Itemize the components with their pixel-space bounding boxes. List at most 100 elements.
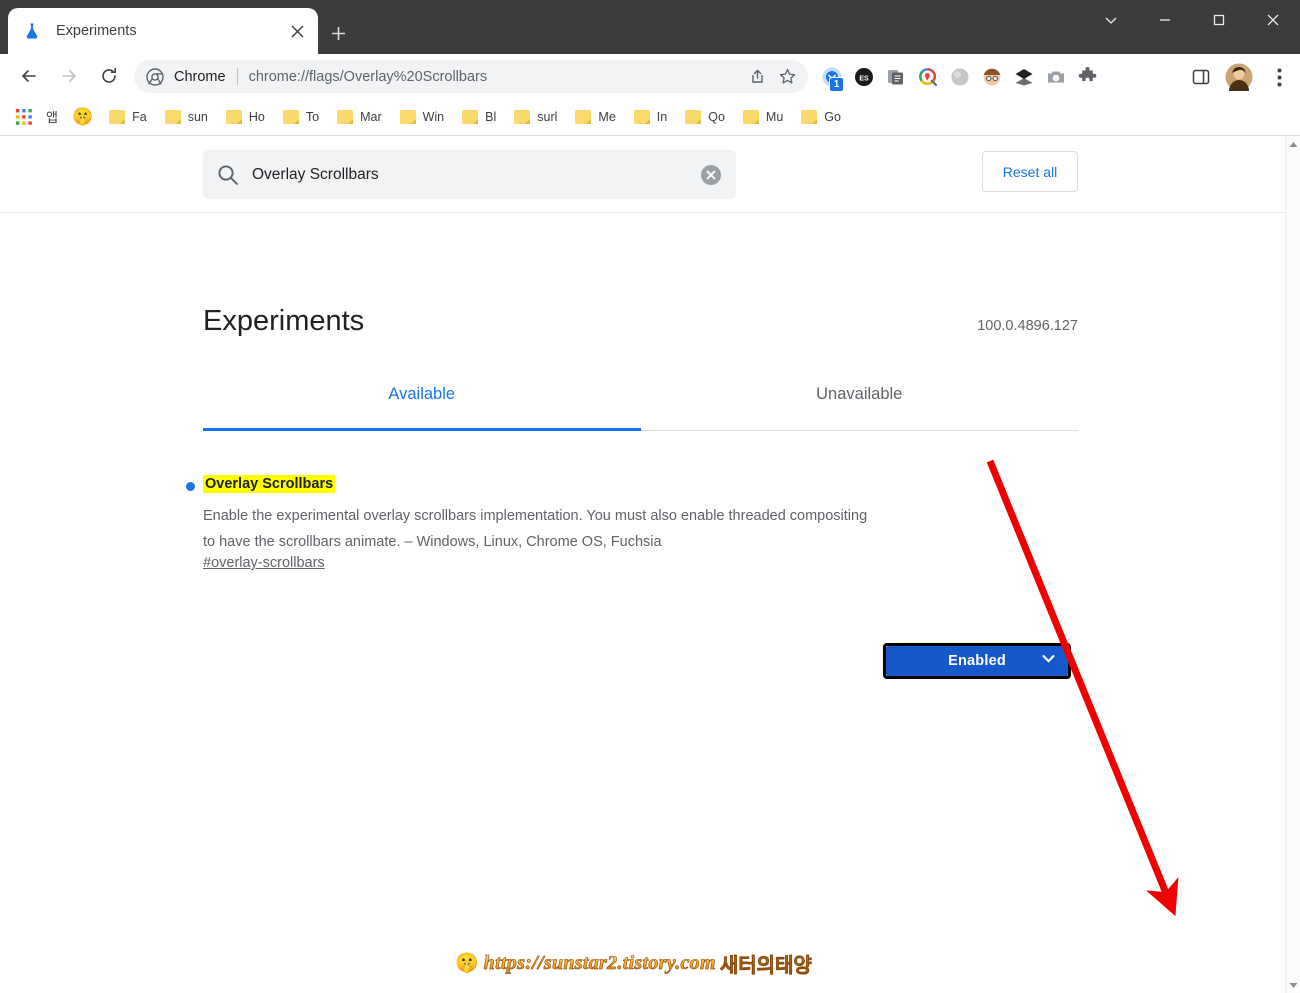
browser-tab-experiments[interactable]: Experiments	[8, 8, 318, 54]
title-bar: Experiments	[0, 0, 1300, 54]
folder-icon	[399, 109, 416, 124]
bookmark-folder-label: In	[656, 109, 668, 124]
bookmark-folder[interactable]: In	[626, 103, 675, 131]
bookmark-folder[interactable]: surl	[506, 103, 565, 131]
extension-avatar-face-icon[interactable]	[976, 61, 1008, 93]
flags-search-band: Reset all	[0, 136, 1285, 213]
extension-camera-icon[interactable]	[1040, 61, 1072, 93]
extension-badge-1-icon[interactable]: 1	[816, 61, 848, 93]
search-icon	[217, 164, 239, 186]
bookmark-emoji[interactable]: 🤫	[66, 103, 99, 131]
bookmark-folder-label: surl	[537, 109, 558, 124]
bookmark-folder[interactable]: Mu	[735, 103, 791, 131]
omnibox-url: chrome://flags/Overlay%20Scrollbars	[248, 68, 488, 85]
flag-description: Enable the experimental overlay scrollba…	[203, 508, 868, 550]
bookmark-folder-label: Go	[824, 109, 841, 124]
chevron-down-icon	[1041, 651, 1056, 671]
three-dot-menu-icon[interactable]	[1262, 60, 1296, 94]
bookmark-folder-label: Me	[598, 109, 616, 124]
reset-all-button[interactable]: Reset all	[982, 151, 1078, 192]
page-scrollbar[interactable]	[1285, 136, 1300, 993]
flask-icon	[22, 21, 42, 41]
bookmark-folder-label: Qo	[708, 109, 725, 124]
emoji-icon: 🤫	[71, 106, 94, 126]
new-tab-button[interactable]	[322, 17, 354, 49]
flag-state-select[interactable]: Enabled	[886, 646, 1068, 676]
share-icon[interactable]	[742, 62, 772, 92]
extension-layers-icon[interactable]	[1008, 61, 1040, 93]
bookmark-folder[interactable]: Qo	[677, 103, 733, 131]
flags-search-box[interactable]	[203, 150, 736, 199]
bookmark-folder-label: sun	[187, 109, 208, 124]
side-panel-icon[interactable]	[1184, 60, 1218, 94]
omnibox-scheme-label: Chrome	[174, 68, 226, 85]
flag-title: Overlay Scrollbars	[203, 475, 336, 493]
bookmark-folder[interactable]: Bl	[454, 103, 504, 131]
bookmark-app-korean[interactable]: 앱	[40, 103, 64, 131]
star-icon[interactable]	[772, 62, 802, 92]
tab-search-chevron-down-icon[interactable]	[1084, 0, 1138, 40]
folder-icon	[164, 109, 181, 124]
flag-permalink[interactable]: #overlay-scrollbars	[203, 555, 325, 571]
folder-icon	[337, 109, 354, 124]
tab-close-icon[interactable]	[284, 18, 310, 44]
close-window-icon[interactable]	[1246, 0, 1300, 40]
apps-grid-icon[interactable]	[10, 103, 38, 131]
chrome-logo-icon	[146, 67, 164, 86]
folder-icon	[685, 109, 702, 124]
clear-x-icon[interactable]	[700, 164, 722, 186]
bookmark-folder-label: Fa	[132, 109, 147, 124]
minimize-icon[interactable]	[1138, 0, 1192, 40]
omnibox-separator	[236, 68, 238, 85]
bookmark-folder-label: To	[305, 109, 320, 124]
bookmark-folder-label: Win	[422, 109, 445, 124]
tab-available[interactable]: Available	[203, 377, 641, 431]
bookmark-folder[interactable]: Go	[793, 103, 849, 131]
bookmark-folder[interactable]: To	[275, 103, 327, 131]
extension-es-icon[interactable]: ES	[848, 61, 880, 93]
profile-avatar[interactable]	[1222, 60, 1256, 94]
folder-icon	[282, 109, 299, 124]
flag-select-highlight: Enabled	[883, 643, 1071, 679]
bookmark-folder[interactable]: Fa	[101, 103, 155, 131]
back-arrow-icon[interactable]	[12, 59, 46, 93]
maximize-icon[interactable]	[1192, 0, 1246, 40]
bookmarks-bar: 앱 🤫 Fa sun Ho To Mar Win Bl surl Me In Q…	[0, 98, 1300, 136]
extension-search-globe-icon[interactable]	[912, 61, 944, 93]
flags-body: Experiments 100.0.4896.127 Available Una…	[0, 213, 1285, 993]
folder-icon	[514, 109, 531, 124]
extension-puzzle-icon[interactable]	[1072, 61, 1104, 93]
bookmark-folder[interactable]: Ho	[218, 103, 273, 131]
address-bar[interactable]: Chrome chrome://flags/Overlay%20Scrollba…	[134, 60, 808, 93]
tab-unavailable[interactable]: Unavailable	[641, 377, 1079, 430]
folder-icon	[801, 109, 818, 124]
extension-gray-ball-icon[interactable]	[944, 61, 976, 93]
scrollbar-down-arrow-icon[interactable]	[1286, 977, 1300, 993]
bookmark-folder-label: Bl	[485, 109, 497, 124]
chrome-browser-window: Experiments Chrome chrome://flags/Overla…	[0, 0, 1300, 993]
bookmark-folder[interactable]: Me	[567, 103, 623, 131]
folder-icon	[462, 109, 479, 124]
page-title: Experiments	[203, 305, 365, 337]
extension-copy-docs-icon[interactable]	[880, 61, 912, 93]
tab-unavailable-label: Unavailable	[816, 385, 903, 403]
reload-icon[interactable]	[92, 59, 126, 93]
omnibox-text: Chrome chrome://flags/Overlay%20Scrollba…	[174, 68, 487, 85]
scrollbar-up-arrow-icon[interactable]	[1286, 136, 1300, 152]
bookmark-folder-label: Mar	[360, 109, 382, 124]
forward-arrow-icon[interactable]	[52, 59, 86, 93]
bookmark-folder[interactable]: Mar	[329, 103, 390, 131]
extensions-toolbar: 1 ES	[816, 60, 1104, 94]
bookmark-folder[interactable]: sun	[157, 103, 216, 131]
scrollbar-thumb[interactable]	[1287, 152, 1300, 972]
folder-icon	[575, 109, 592, 124]
bookmark-folder[interactable]: Win	[392, 103, 453, 131]
bookmark-folder-label: Ho	[248, 109, 265, 124]
page-header: Experiments 100.0.4896.127	[203, 305, 1078, 338]
flag-select-value: Enabled	[948, 653, 1006, 669]
tab-title: Experiments	[56, 23, 137, 39]
chrome-version: 100.0.4896.127	[977, 318, 1078, 334]
omnibox-actions	[742, 62, 808, 92]
tab-available-label: Available	[388, 385, 456, 403]
search-input[interactable]	[252, 165, 700, 184]
